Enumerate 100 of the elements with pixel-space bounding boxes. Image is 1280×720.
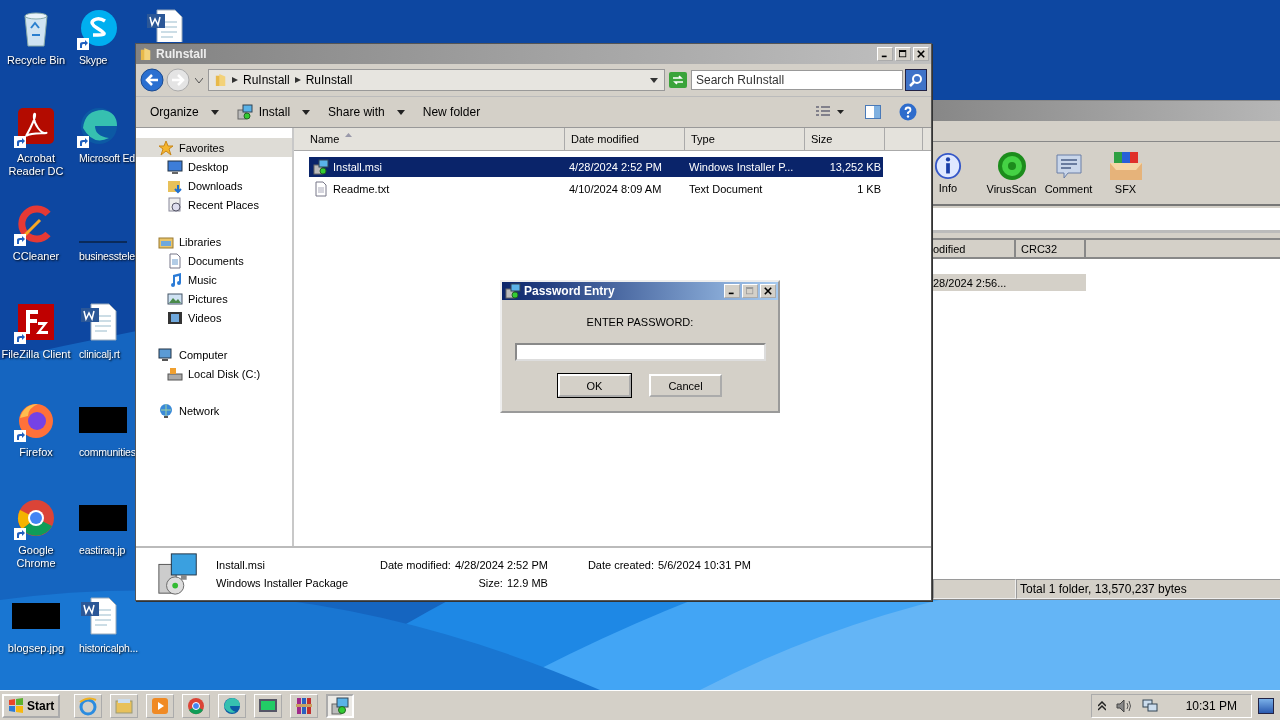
image-thumbnail-icon[interactable]	[79, 407, 127, 433]
toolbar-button[interactable]: Organize	[144, 102, 225, 122]
nav-item[interactable]: Documents	[136, 251, 292, 270]
desktop-icon-label[interactable]: businesstele	[79, 250, 135, 263]
column-header[interactable]: Type	[685, 128, 805, 150]
dropdown-arrow-icon[interactable]	[650, 77, 658, 83]
filezilla-icon[interactable]	[16, 302, 56, 342]
shortcut-arrow-icon	[14, 332, 26, 344]
image-thumbnail-icon[interactable]	[79, 505, 127, 531]
maximize-icon	[746, 287, 754, 295]
nav-item[interactable]: Local Disk (C:)	[136, 364, 292, 383]
property-value: 5/6/2024 10:31 PM	[657, 559, 751, 571]
pdf-reader-icon[interactable]	[16, 106, 56, 146]
nav-item[interactable]: Libraries	[136, 232, 292, 251]
nav-item[interactable]: Favorites	[136, 138, 292, 157]
desktop-icon-label[interactable]: communities	[79, 446, 136, 459]
desktop-icon-label[interactable]: clinicalj.rt	[79, 348, 120, 361]
clock[interactable]: 10:31 PM	[1185, 698, 1237, 713]
clock-document-icon	[167, 196, 183, 213]
column-header[interactable]: Date modified	[565, 128, 685, 150]
word-document-icon[interactable]	[79, 302, 119, 342]
desktop-icon-label[interactable]: eastiraq.jp	[79, 544, 126, 557]
address-bar[interactable]: RuInstall RuInstall	[208, 69, 665, 91]
virus-icon	[996, 151, 1027, 181]
taskbar-app-button[interactable]	[182, 693, 211, 718]
breadcrumb-item[interactable]: RuInstall	[305, 73, 353, 87]
type-cell-text: Text Document	[688, 183, 764, 195]
minimize-button[interactable]	[724, 284, 740, 298]
column-header[interactable]: CRC32	[1016, 240, 1086, 257]
date-cell-text: 4/10/2024 8:09 AM	[568, 183, 663, 195]
maximize-button[interactable]	[895, 47, 911, 61]
search-button[interactable]	[905, 69, 927, 91]
nav-item[interactable]: Videos	[136, 308, 292, 327]
desktop-icon-label[interactable]: Recycle Bin	[6, 54, 66, 67]
installer-icon	[313, 159, 329, 175]
column-header[interactable]: Size	[805, 128, 885, 150]
breadcrumb-arrow-icon[interactable]	[232, 77, 238, 83]
dialog-button[interactable]: Cancel	[649, 374, 722, 397]
search-icon	[909, 73, 923, 87]
column-header[interactable]: Name	[294, 128, 565, 150]
toolbar-button[interactable]: Share with	[322, 102, 411, 122]
breadcrumb-item[interactable]: RuInstall	[243, 73, 290, 87]
desktop-icon-label[interactable]: blogsep.jpg	[7, 642, 65, 655]
toolbar-button[interactable]: Comment	[1040, 151, 1097, 195]
nav-item[interactable]: Music	[136, 270, 292, 289]
minimize-button[interactable]	[877, 47, 893, 61]
file-row[interactable]: Install.msi 4/28/2024 2:52 PM Windows Installer P... 13,252 KB	[309, 157, 883, 177]
toolbar-button[interactable]: New folder	[416, 102, 487, 122]
nav-item[interactable]: Desktop	[136, 157, 292, 176]
desktop-icon-label[interactable]: Google Chrome	[0, 544, 72, 570]
nav-item[interactable]: Recent Places	[136, 195, 292, 214]
toolbar-button[interactable]: SFX	[1097, 151, 1154, 195]
skype-icon[interactable]	[79, 8, 119, 48]
maximize-icon	[899, 50, 907, 58]
password-field[interactable]	[514, 343, 766, 361]
close-button[interactable]	[760, 284, 776, 298]
taskbar-app-button[interactable]	[290, 693, 319, 718]
file-type: Windows Installer Package	[216, 577, 350, 589]
desktop-icon-label[interactable]: Skype	[79, 54, 108, 67]
chevron-up-icon[interactable]	[1097, 700, 1106, 711]
network-icon[interactable]	[1141, 698, 1158, 713]
file-name: Install.msi	[333, 161, 382, 173]
nav-item[interactable]: Downloads	[136, 176, 292, 195]
desktop-icon-label[interactable]: Firefox	[19, 446, 53, 459]
nav-item[interactable]: Pictures	[136, 289, 292, 308]
edge-icon[interactable]	[79, 106, 119, 146]
taskbar-app-button[interactable]	[254, 693, 283, 718]
taskbar-app-button[interactable]	[74, 693, 103, 718]
taskbar-app-button[interactable]	[326, 693, 355, 718]
desktop-icon-label[interactable]: historicalph...	[79, 642, 138, 655]
start-button[interactable]: Start	[2, 693, 61, 718]
property-value: 4/28/2024 2:52 PM	[454, 559, 548, 571]
nav-item[interactable]: Computer	[136, 345, 292, 364]
show-desktop-button[interactable]	[1258, 697, 1274, 714]
volume-icon[interactable]	[1115, 698, 1132, 713]
file-row[interactable]: Readme.txt 4/10/2024 8:09 AM Text Document 1 KB	[309, 179, 883, 199]
desktop-icon-label[interactable]: FileZilla Client	[1, 348, 71, 361]
desktop-icon-label[interactable]: CCleaner	[12, 250, 60, 263]
word-document-icon[interactable]	[79, 596, 119, 636]
desktop-icon-label[interactable]: Acrobat Reader DC	[0, 152, 72, 178]
file-row[interactable]: 28/2024 2:56...	[933, 274, 1086, 291]
back-button[interactable]	[140, 68, 164, 92]
toolbar-button[interactable]: Info	[933, 152, 963, 194]
chrome-icon[interactable]	[16, 498, 56, 538]
file-name: Readme.txt	[333, 183, 390, 195]
taskbar-app-button[interactable]	[218, 693, 247, 718]
shortcut-arrow-icon	[77, 38, 89, 50]
property-label: Date created:	[587, 559, 654, 571]
search-field[interactable]: Search RuInstall	[691, 70, 903, 90]
toolbar-button[interactable]: Install	[230, 101, 317, 123]
toolbar-button[interactable]: VirusScan	[983, 151, 1040, 195]
globe-icon	[158, 402, 174, 419]
image-thumbnail-icon[interactable]	[12, 603, 60, 629]
desktop-icon-label[interactable]: Microsoft Ed	[79, 152, 135, 165]
dialog-button[interactable]: OK	[558, 374, 631, 397]
nav-item[interactable]: Network	[136, 401, 292, 420]
close-button[interactable]	[913, 47, 929, 61]
breadcrumb-arrow-icon[interactable]	[294, 77, 301, 83]
shortcut-arrow-icon	[14, 430, 26, 442]
books-icon	[294, 695, 315, 716]
